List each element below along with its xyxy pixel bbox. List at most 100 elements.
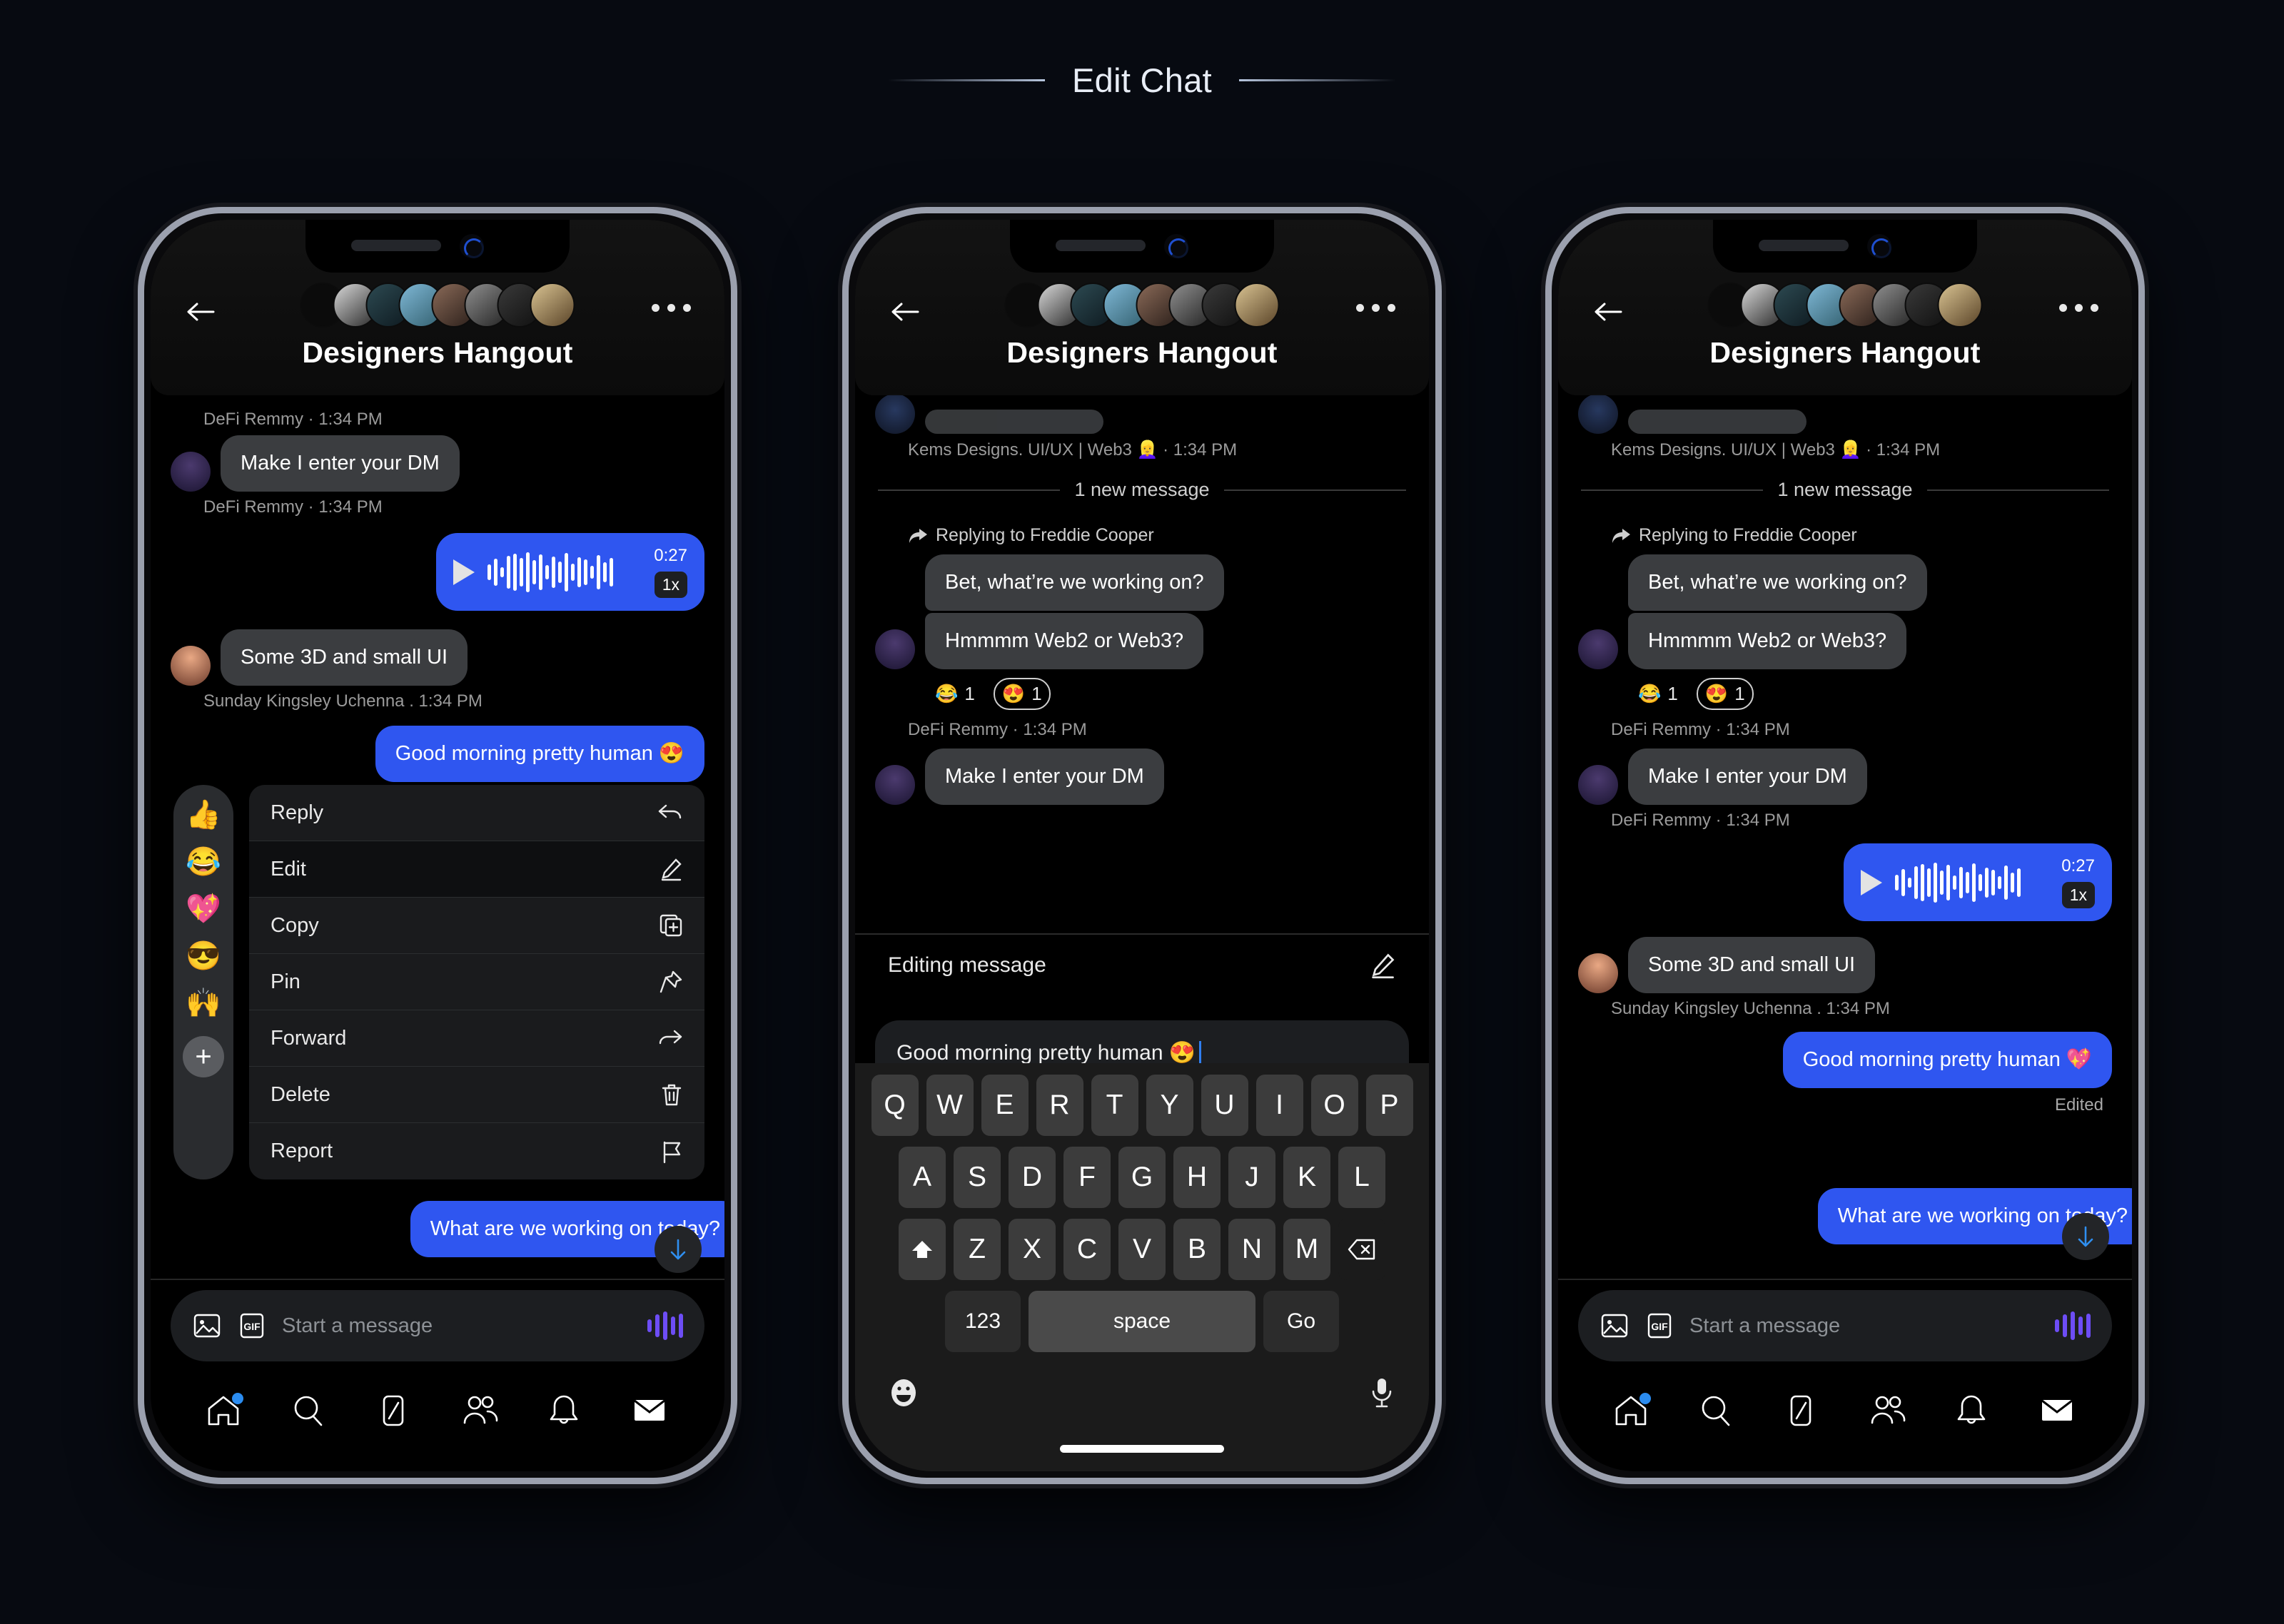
key-o[interactable]: O	[1310, 1075, 1358, 1136]
message-bubble[interactable]: Hmmmm Web2 or Web3?	[1628, 613, 1907, 669]
message-bubble[interactable]: Make I enter your DM	[221, 435, 460, 492]
key-v[interactable]: V	[1118, 1219, 1166, 1280]
backspace-key[interactable]	[1338, 1219, 1385, 1280]
menu-item-copy[interactable]: Copy	[249, 898, 704, 954]
message-bubble[interactable]: Make I enter your DM	[925, 748, 1164, 805]
reaction-thumbsup-icon[interactable]: 👍	[186, 801, 221, 829]
message-bubble[interactable]: Some 3D and small UI	[1628, 937, 1876, 993]
key-q[interactable]: Q	[871, 1075, 919, 1136]
reaction-joy-icon[interactable]: 😂	[186, 848, 221, 876]
message-input[interactable]: Start a message	[282, 1314, 632, 1338]
menu-item-delete[interactable]: Delete	[249, 1067, 704, 1123]
menu-item-pin[interactable]: Pin	[249, 954, 704, 1010]
space-key[interactable]: space	[1029, 1291, 1255, 1352]
nav-compose[interactable]	[1782, 1393, 1822, 1433]
key-s[interactable]: S	[954, 1147, 1001, 1208]
message-composer-1[interactable]: GIF Start a message	[171, 1290, 704, 1361]
scroll-to-bottom-button[interactable]	[2062, 1213, 2109, 1260]
voice-note[interactable]: 0:27 1x	[436, 533, 704, 611]
back-button[interactable]	[889, 295, 921, 328]
key-j[interactable]: J	[1228, 1147, 1275, 1208]
key-m[interactable]: M	[1283, 1219, 1330, 1280]
key-c[interactable]: C	[1063, 1219, 1111, 1280]
play-icon[interactable]	[453, 559, 475, 585]
key-i[interactable]: I	[1255, 1075, 1303, 1136]
menu-item-edit[interactable]: Edit	[249, 841, 704, 898]
message-bubble[interactable]	[925, 410, 1103, 434]
image-icon[interactable]	[1600, 1311, 1629, 1341]
message-bubble[interactable]	[1628, 410, 1807, 434]
shift-key[interactable]	[899, 1219, 946, 1280]
key-u[interactable]: U	[1201, 1075, 1248, 1136]
group-avatar-stack[interactable]	[300, 283, 575, 328]
nav-people[interactable]	[1868, 1393, 1908, 1433]
key-a[interactable]: A	[899, 1147, 946, 1208]
group-avatar-stack[interactable]	[1707, 283, 1983, 328]
more-options-button[interactable]	[652, 304, 691, 312]
reaction-pill-owned[interactable]: 😍 1	[993, 678, 1051, 710]
key-f[interactable]: F	[1063, 1147, 1111, 1208]
play-icon[interactable]	[1861, 869, 1882, 895]
menu-item-forward[interactable]: Forward	[249, 1010, 704, 1067]
reaction-sparkleheart-icon[interactable]: 💖	[186, 895, 221, 923]
key-z[interactable]: Z	[954, 1219, 1001, 1280]
go-key[interactable]: Go	[1263, 1291, 1339, 1352]
back-button[interactable]	[184, 295, 217, 328]
message-bubble-selected[interactable]: Good morning pretty human 😍	[375, 726, 704, 782]
key-k[interactable]: K	[1283, 1147, 1330, 1208]
scroll-to-bottom-button[interactable]	[655, 1226, 702, 1273]
message-input[interactable]: Start a message	[1689, 1314, 2039, 1338]
key-l[interactable]: L	[1338, 1147, 1385, 1208]
key-b[interactable]: B	[1173, 1219, 1221, 1280]
nav-notifications[interactable]	[1953, 1393, 1993, 1433]
message-bubble[interactable]: Some 3D and small UI	[221, 629, 468, 686]
gif-icon[interactable]: GIF	[1645, 1311, 1674, 1341]
reaction-pill-owned[interactable]: 😍 1	[1696, 678, 1754, 710]
key-h[interactable]: H	[1173, 1147, 1221, 1208]
message-bubble[interactable]: Bet, what’re we working on?	[1628, 554, 1927, 611]
key-p[interactable]: P	[1365, 1075, 1413, 1136]
voice-record-icon[interactable]	[647, 1311, 683, 1340]
nav-compose[interactable]	[375, 1393, 415, 1433]
numbers-key[interactable]: 123	[945, 1291, 1021, 1352]
nav-search[interactable]	[290, 1393, 330, 1433]
nav-home[interactable]	[205, 1393, 245, 1433]
reaction-pill[interactable]: 😂 1	[928, 678, 982, 710]
key-w[interactable]: W	[926, 1075, 974, 1136]
more-options-button[interactable]	[1356, 304, 1395, 312]
key-e[interactable]: E	[981, 1075, 1029, 1136]
key-g[interactable]: G	[1118, 1147, 1166, 1208]
voice-speed-button[interactable]: 1x	[654, 572, 687, 598]
message-bubble[interactable]: Make I enter your DM	[1628, 748, 1867, 805]
key-n[interactable]: N	[1228, 1219, 1275, 1280]
reaction-sunglasses-icon[interactable]: 😎	[186, 942, 221, 970]
mic-icon[interactable]	[1366, 1376, 1398, 1410]
nav-search[interactable]	[1697, 1393, 1737, 1433]
back-button[interactable]	[1592, 295, 1624, 328]
nav-messages[interactable]	[2038, 1393, 2078, 1433]
nav-home[interactable]	[1612, 1393, 1652, 1433]
message-bubble[interactable]: Bet, what’re we working on?	[925, 554, 1224, 611]
key-d[interactable]: D	[1009, 1147, 1056, 1208]
key-x[interactable]: X	[1009, 1219, 1056, 1280]
menu-item-reply[interactable]: Reply	[249, 785, 704, 841]
pencil-icon[interactable]	[1369, 952, 1396, 979]
more-options-button[interactable]	[2059, 304, 2098, 312]
message-bubble-edited[interactable]: Good morning pretty human 💖	[1782, 1032, 2112, 1088]
group-avatar-stack[interactable]	[1004, 283, 1280, 328]
emoji-keyboard-icon[interactable]	[886, 1376, 921, 1410]
reaction-raisedhands-icon[interactable]: 🙌	[186, 989, 221, 1017]
reaction-pill[interactable]: 😂 1	[1631, 678, 1685, 710]
nav-people[interactable]	[460, 1393, 500, 1433]
key-y[interactable]: Y	[1146, 1075, 1193, 1136]
editing-input-value[interactable]: Good morning pretty human 😍	[896, 1040, 1196, 1065]
voice-speed-button[interactable]: 1x	[2061, 882, 2095, 908]
message-composer-3[interactable]: GIF Start a message	[1578, 1290, 2112, 1361]
key-r[interactable]: R	[1036, 1075, 1083, 1136]
nav-notifications[interactable]	[545, 1393, 585, 1433]
voice-record-icon[interactable]	[2055, 1311, 2091, 1340]
add-reaction-button[interactable]: +	[183, 1036, 224, 1077]
key-t[interactable]: T	[1091, 1075, 1138, 1136]
voice-note[interactable]: 0:27 1x	[1844, 843, 2112, 921]
nav-messages[interactable]	[630, 1393, 670, 1433]
